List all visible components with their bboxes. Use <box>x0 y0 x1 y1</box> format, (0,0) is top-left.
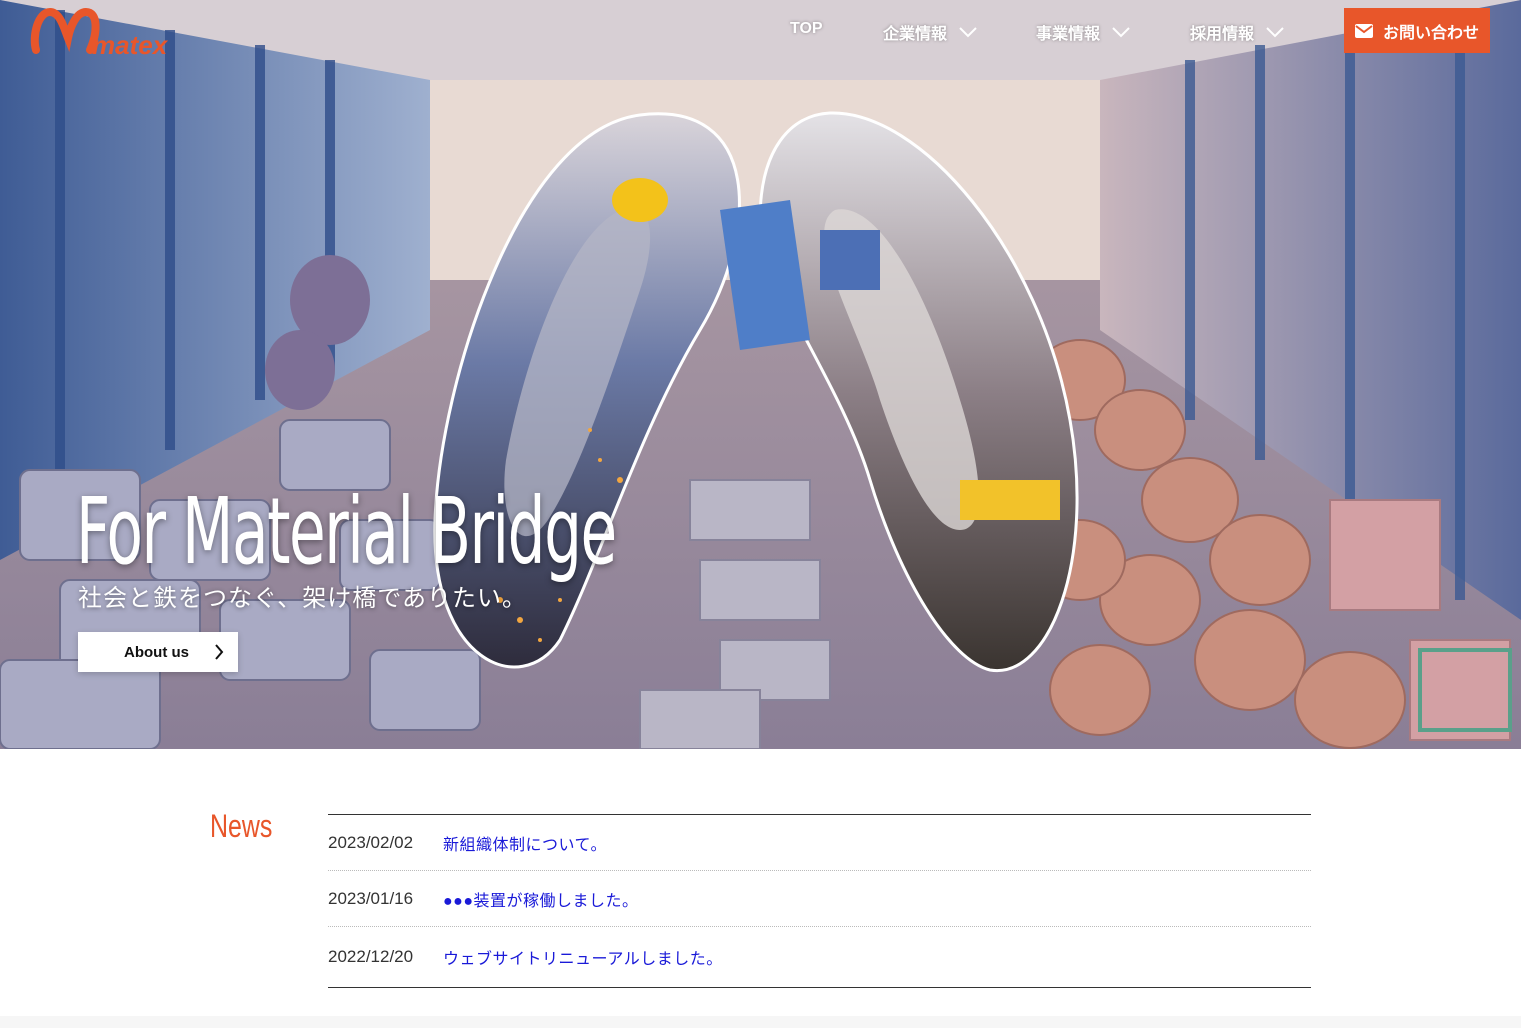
news-item: 2023/02/02 新組織体制について。 <box>328 815 1311 871</box>
hero-headline: For Material Bridge <box>76 478 617 585</box>
contact-button-label: お問い合わせ <box>1382 24 1479 42</box>
about-us-label: About us <box>124 643 189 661</box>
chevron-down-icon <box>1112 27 1130 38</box>
nav-recruit-info[interactable]: 採用情報 <box>1190 20 1284 44</box>
news-date: 2022/12/20 <box>328 947 414 966</box>
news-heading: News <box>210 808 273 844</box>
news-date: 2023/01/16 <box>328 888 414 908</box>
contact-button[interactable]: お問い合わせ <box>1344 8 1490 53</box>
nav-company-info[interactable]: 企業情報 <box>883 20 977 44</box>
svg-text:matex: matex <box>92 30 169 56</box>
footer-strip <box>0 1016 1521 1028</box>
envelope-icon <box>1354 23 1373 38</box>
nav-recruit-info-label: 採用情報 <box>1190 26 1255 43</box>
about-us-button[interactable]: About us <box>78 632 238 672</box>
chevron-down-icon <box>959 27 977 38</box>
nav-company-info-label: 企業情報 <box>883 26 948 43</box>
hero-subline: 社会と鉄をつなぐ、架け橋でありたい。 <box>78 585 528 612</box>
news-item: 2023/01/16 ●●●装置が稼働しました。 <box>328 871 1311 927</box>
news-link[interactable]: ●●●装置が稼働しました。 <box>443 887 639 911</box>
news-link[interactable]: 新組織体制について。 <box>443 831 607 855</box>
news-link[interactable]: ウェブサイトリニューアルしました。 <box>443 945 723 969</box>
nav-top[interactable]: TOP <box>790 20 823 38</box>
nav-business-info-label: 事業情報 <box>1036 26 1101 43</box>
news-list: 2023/02/02 新組織体制について。 2023/01/16 ●●●装置が稼… <box>328 814 1311 988</box>
news-date: 2023/02/02 <box>328 832 414 852</box>
chevron-right-icon <box>215 644 224 660</box>
nav-top-label: TOP <box>790 20 823 37</box>
hero-section: matex TOP 企業情報 事業情報 採用情報 お問い合わせ For Mate… <box>0 0 1521 749</box>
news-item: 2022/12/20 ウェブサイトリニューアルしました。 <box>328 927 1311 987</box>
chevron-down-icon <box>1266 27 1284 38</box>
matex-logo[interactable]: matex <box>30 6 210 56</box>
nav-business-info[interactable]: 事業情報 <box>1036 20 1130 44</box>
